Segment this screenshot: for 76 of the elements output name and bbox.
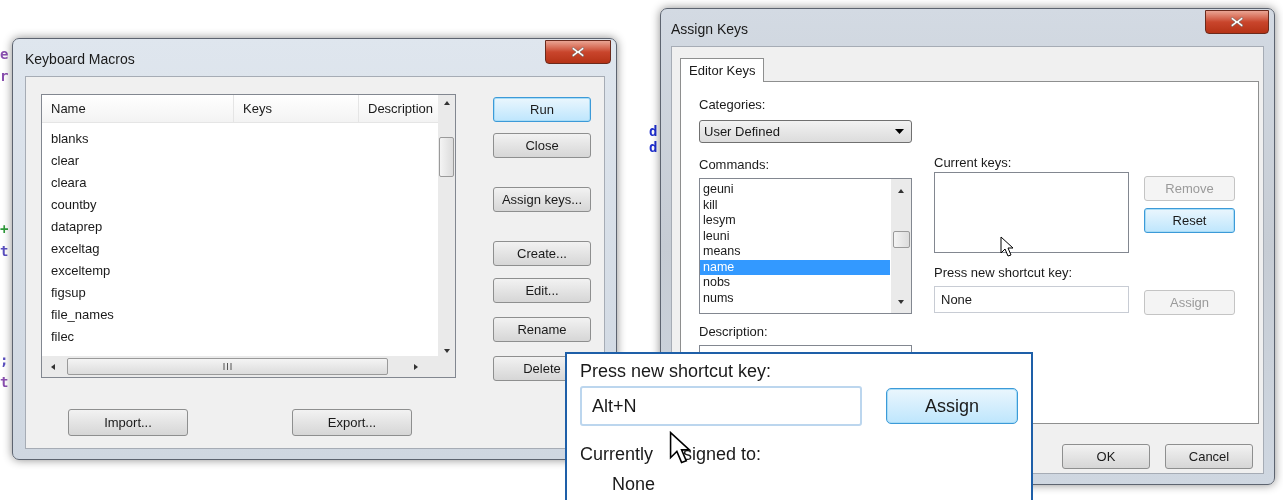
dialog-button[interactable]: Rename [493,317,591,342]
list-item[interactable]: nobs [700,275,890,291]
close-icon [571,46,585,58]
dialog-button[interactable]: Create... [493,241,591,266]
grip-icon [223,363,232,370]
code-fragment: + [0,220,9,239]
list-item[interactable]: lesym [700,213,890,229]
column-header[interactable]: Keys [234,95,359,122]
tab[interactable]: Editor Keys [680,58,765,82]
dropdown-arrow-icon [895,129,904,134]
assign-button[interactable]: Assign [886,388,1018,424]
list-row[interactable]: dataprep [42,216,438,238]
dropdown-value: User Defined [704,122,780,141]
list-item[interactable]: geuni [700,182,890,198]
field-label: Press new shortcut key: [934,265,1073,281]
list-row[interactable]: figsup [42,282,438,304]
current-keys-list[interactable] [934,172,1129,253]
category-dropdown[interactable]: User Defined [699,120,912,143]
list-row[interactable]: exceltag [42,238,438,260]
window-title: Keyboard Macros [25,50,135,69]
field-label: Current keys: [934,156,1013,170]
dialog-button[interactable]: Close [493,133,591,158]
dialog-button[interactable]: Export... [292,409,412,436]
shortcut-field[interactable]: Alt+N [580,386,862,426]
code-fragment: d [649,122,658,141]
column-header[interactable]: Name [42,95,234,122]
list-row[interactable]: filec [42,326,438,348]
dialog-button[interactable]: Import... [68,409,188,436]
field-label: Currently [580,443,654,466]
field-label: Categories: [699,97,767,113]
list-item[interactable]: nums [700,290,890,306]
code-fragment: t [0,373,9,392]
list-item[interactable]: kill [700,197,890,213]
scroll-up-icon [897,187,905,195]
list-row[interactable]: countby [42,194,438,216]
horizontal-scrollbar[interactable] [42,356,455,377]
list-row[interactable]: blanks [42,128,438,150]
field-label: signed to: [683,443,762,466]
code-fragment: ; [0,351,9,370]
vertical-scrollbar[interactable] [438,95,455,357]
dialog-button[interactable]: OK [1062,444,1150,469]
dialog-button[interactable]: Assign keys... [493,187,591,212]
list-row[interactable]: file_names [42,304,438,326]
dialog-button[interactable]: Run [493,97,591,122]
list-item[interactable]: means [700,244,890,260]
scroll-left-icon [49,362,57,371]
dialog-button[interactable]: Cancel [1165,444,1253,469]
code-fragment: t [0,242,9,261]
assigned-value: None [611,473,657,496]
scroll-right-icon [412,362,420,371]
list-row[interactable]: clear [42,150,438,172]
code-fragment: r [0,67,9,86]
list-row[interactable]: exceltemp [42,260,438,282]
close-icon [1230,16,1244,28]
scroll-up-icon [442,99,451,107]
code-fragment: d [649,138,658,157]
column-header[interactable]: Description [359,95,442,122]
window-title: Assign Keys [671,20,749,39]
scroll-thumb[interactable] [67,358,388,375]
cursor-icon [1000,236,1014,257]
shortcut-field[interactable]: None [934,286,1129,313]
dialog-button[interactable]: Edit... [493,278,591,303]
scroll-thumb[interactable] [439,137,454,177]
scroll-down-icon [897,298,905,306]
list-row[interactable]: cleara [42,172,438,194]
close-button[interactable] [545,40,611,64]
dialog-button[interactable]: Reset [1144,208,1235,233]
vertical-scrollbar[interactable] [891,179,911,313]
scroll-thumb[interactable] [892,231,910,248]
field-label: Commands: [699,157,771,173]
command-list[interactable]: geuni kill lesym leuni means name nobs nums [699,178,912,314]
close-button[interactable] [1205,10,1269,34]
code-fragment: e [0,45,9,64]
field-label: Description: [699,324,769,340]
list-item[interactable]: leuni [700,228,890,244]
macro-list[interactable]: Name Keys Description blanks clear cleara countby dataprep exceltag exceltemp figsup file_names filec [41,94,456,378]
